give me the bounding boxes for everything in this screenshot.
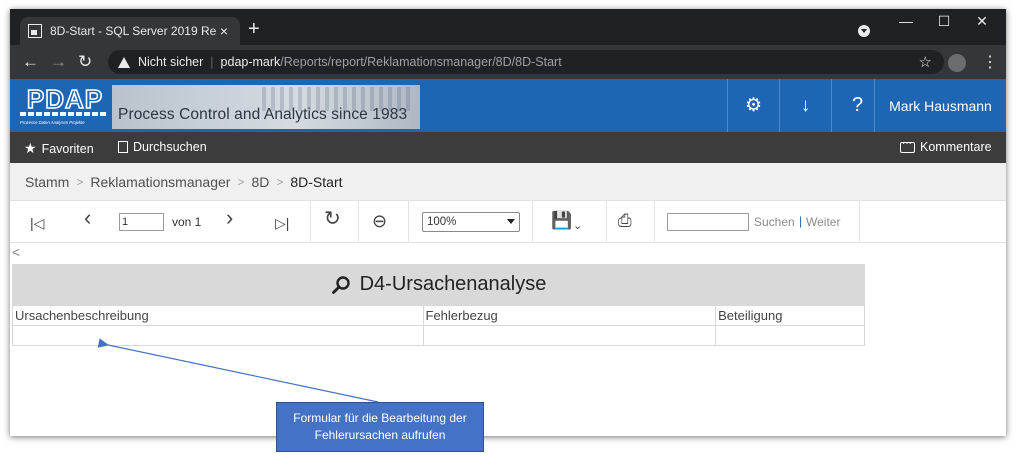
breadcrumb-item[interactable]: Stamm [25, 174, 69, 190]
svg-text:Prozesse Daten Analysen Projek: Prozesse Daten Analysen Projekte [20, 120, 85, 125]
first-page-icon[interactable]: |◁ [30, 214, 44, 232]
previous-page-icon[interactable]: ‹ [84, 207, 91, 229]
page-number-input[interactable]: 1 [119, 213, 164, 231]
pdap-logo[interactable]: PDAP Prozesse Daten Analysen Projekte [18, 84, 112, 126]
browser-tab[interactable]: 8D-Start - SQL Server 2019 Repo × [20, 17, 240, 45]
address-bar[interactable]: Nicht sicher | pdap-mark /Reports/report… [108, 50, 944, 74]
back-to-parent-icon[interactable]: ⊖ [372, 212, 387, 230]
browser-toolbar: ← → ↻ Nicht sicher | pdap-mark /Reports/… [10, 45, 1006, 79]
zoom-select[interactable]: 100% [422, 212, 520, 232]
cause-analysis-table: Ursachenbeschreibung Fehlerbezug Beteili… [12, 305, 865, 346]
report-favicon-icon [28, 24, 42, 38]
url-host: pdap-mark [220, 55, 281, 69]
minimize-icon[interactable]: — [886, 13, 926, 29]
toolbar-divider [859, 201, 860, 243]
warning-icon [118, 56, 130, 68]
collapse-chevron-left-icon[interactable]: < [12, 244, 20, 260]
comments-button[interactable]: Kommentare [900, 138, 992, 154]
breadcrumb-separator-icon: > [76, 174, 84, 189]
document-icon [118, 141, 128, 153]
report-title: D4-Ursachenanalyse [359, 273, 547, 295]
menu-icon[interactable]: ⋮ [982, 52, 998, 72]
table-header-row: Ursachenbeschreibung Fehlerbezug Beteili… [12, 305, 865, 326]
breadcrumb-separator-icon: > [237, 174, 245, 189]
chevron-down-icon [507, 219, 515, 224]
banner-text: Process Control and Analytics since 1983 [118, 106, 408, 123]
page-count: von 1 [172, 215, 202, 229]
cause-description-cell[interactable] [12, 325, 424, 346]
column-header: Ursachenbeschreibung [12, 305, 424, 326]
address-separator: | [210, 55, 214, 69]
next-page-icon[interactable]: › [226, 207, 233, 229]
breadcrumb-current: 8D-Start [290, 173, 343, 190]
reload-icon[interactable]: ↻ [78, 52, 92, 72]
browse-label: Durchsuchen [133, 140, 207, 154]
forward-icon[interactable]: → [50, 52, 67, 72]
banner-image: Process Control and Analytics since 1983 [112, 85, 420, 129]
favorites-button[interactable]: ★ Favoriten [24, 140, 94, 157]
back-icon[interactable]: ← [22, 52, 39, 72]
star-filled-icon: ★ [24, 140, 37, 156]
breadcrumb-item[interactable]: 8D [251, 174, 269, 190]
extension-icon[interactable] [948, 54, 966, 72]
menubar: ★ Favoriten Durchsuchen Kommentare [10, 132, 1006, 163]
toolbar-divider [606, 201, 607, 243]
save-export-icon[interactable]: 💾 [551, 212, 572, 230]
annotation-callout: Formular für die Bearbeitung der Fehleru… [276, 402, 484, 452]
user-name[interactable]: Mark Hausmann [874, 79, 1006, 132]
next-match-button[interactable]: Weiter [806, 215, 840, 229]
profile-menu-icon[interactable] [858, 25, 870, 37]
settings-gear-icon[interactable]: ⚙ [727, 79, 779, 132]
download-icon[interactable]: ↓ [779, 79, 831, 132]
new-tab-button[interactable]: + [248, 19, 260, 39]
toolbar-divider [310, 201, 311, 243]
search-separator: | [799, 214, 803, 228]
participation-cell [715, 325, 865, 346]
star-icon[interactable]: ☆ [919, 53, 932, 71]
search-button[interactable]: Suchen [754, 215, 795, 229]
search-magnifier-icon [331, 275, 350, 294]
table-row[interactable] [12, 325, 865, 346]
comment-icon [900, 138, 915, 153]
search-input[interactable] [667, 213, 749, 231]
browse-button[interactable]: Durchsuchen [118, 140, 207, 154]
column-header: Beteiligung [715, 305, 865, 326]
tab-close-icon[interactable]: × [216, 23, 232, 39]
browser-titlebar: 8D-Start - SQL Server 2019 Repo × + — ☐ … [10, 9, 1006, 45]
report-toolbar: |◁ ‹ 1 von 1 › ▷| ↻ ⊖ 100% 💾 ⌄ ⎙ Suchen … [10, 201, 1006, 243]
export-chevron-down-icon[interactable]: ⌄ [573, 217, 582, 235]
maximize-icon[interactable]: ☐ [924, 13, 964, 30]
annotation-text: Formular für die Bearbeitung der Fehleru… [293, 411, 467, 442]
breadcrumb-separator-icon: > [276, 174, 284, 189]
favorites-label: Favoriten [41, 141, 94, 156]
last-page-icon[interactable]: ▷| [275, 214, 289, 232]
breadcrumb-item[interactable]: Reklamationsmanager [90, 174, 230, 190]
close-window-icon[interactable]: ✕ [962, 13, 1002, 30]
toolbar-divider [654, 201, 655, 243]
tab-title: 8D-Start - SQL Server 2019 Repo [50, 24, 216, 38]
toolbar-divider [408, 201, 409, 243]
toolbar-divider [532, 201, 533, 243]
svg-text:PDAP: PDAP [27, 84, 103, 114]
print-icon[interactable]: ⎙ [618, 212, 632, 230]
url-path: /Reports/report/Reklamationsmanager/8D/8… [280, 55, 562, 69]
comments-label: Kommentare [920, 140, 992, 154]
column-header: Fehlerbezug [422, 305, 717, 326]
breadcrumb: Stamm > Reklamationsmanager > 8D > 8D-St… [10, 163, 1006, 201]
security-label[interactable]: Nicht sicher [138, 55, 203, 69]
toolbar-divider [358, 201, 359, 243]
error-reference-cell [422, 325, 717, 346]
zoom-value: 100% [427, 216, 457, 228]
report-title-bar: D4-Ursachenanalyse [12, 264, 865, 305]
refresh-icon[interactable]: ↻ [324, 209, 341, 229]
